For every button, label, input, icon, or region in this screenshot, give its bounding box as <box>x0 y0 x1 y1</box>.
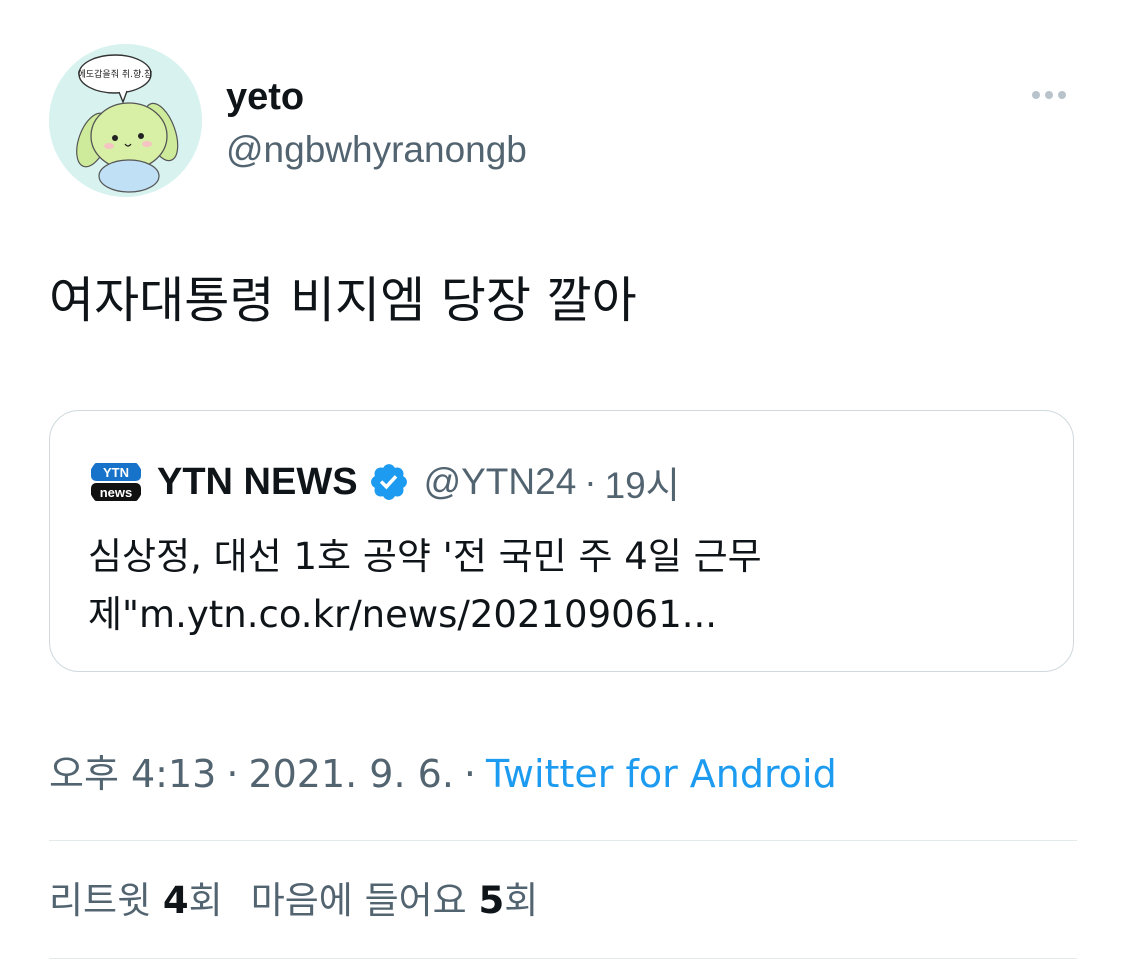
verified-badge-icon <box>368 461 410 503</box>
profile-avatar[interactable]: 에도갑을줘 취.향.참 <box>49 44 202 197</box>
divider <box>49 840 1077 841</box>
more-options-button[interactable] <box>1025 80 1073 110</box>
tweet-date[interactable]: 2021. 9. 6. <box>248 752 453 796</box>
quoted-author-name[interactable]: YTN NEWS <box>157 461 358 504</box>
tweet-timestamp-row: 오후 4:13 · 2021. 9. 6. · Twitter for Android <box>49 750 837 798</box>
meta-separator: · <box>463 752 476 796</box>
more-horizontal-icon <box>1045 91 1053 99</box>
retweets-suffix: 회 <box>188 879 223 922</box>
meta-separator: · <box>226 752 239 796</box>
quoted-tweet-text: 심상정, 대선 1호 공약 '전 국민 주 4일 근무 제"m.ytn.co.k… <box>88 528 1048 644</box>
likes-label: 마음에 들어요 <box>250 879 467 922</box>
cartoon-puppy-avatar-icon: 에도갑을줘 취.향.참 <box>49 44 202 197</box>
quoted-tweet-card[interactable]: YTN news YTN NEWS @YTN24 · 19시 심상정, 대선 1… <box>49 410 1074 672</box>
likes-suffix: 회 <box>504 879 539 922</box>
more-horizontal-icon <box>1058 91 1066 99</box>
header-separator: · <box>584 461 597 502</box>
tweet-source-link[interactable]: Twitter for Android <box>486 752 837 796</box>
author-display-name[interactable]: yeto <box>226 74 304 120</box>
tweet-time[interactable]: 오후 4:13 <box>49 752 216 796</box>
quoted-tweet-text-line-1: 심상정, 대선 1호 공약 '전 국민 주 4일 근무 <box>88 535 762 578</box>
tweet-text: 여자대통령 비지엠 당장 깔아 <box>49 272 637 329</box>
author-handle[interactable]: @ngbwhyranongb <box>226 127 527 173</box>
retweets-label: 리트윗 <box>49 879 152 922</box>
ytn-logo-top-text: YTN <box>103 465 129 480</box>
retweets-stat[interactable]: 리트윗 4회 <box>49 879 223 922</box>
likes-count: 5 <box>478 879 505 922</box>
ytn-logo-bottom-text: news <box>100 485 133 500</box>
more-horizontal-icon <box>1032 91 1040 99</box>
ytn-logo-avatar[interactable]: YTN news <box>88 454 144 510</box>
quoted-author-handle[interactable]: @YTN24 <box>424 461 577 503</box>
tweet-stats-row: 리트윗 4회 마음에 들어요 5회 <box>49 877 538 925</box>
quoted-tweet-time[interactable]: 19시 <box>605 455 680 509</box>
likes-stat[interactable]: 마음에 들어요 5회 <box>251 879 539 922</box>
quoted-tweet-header: YTN news YTN NEWS @YTN24 · 19시 <box>88 454 680 510</box>
ytn-logo-icon: YTN news <box>88 454 144 510</box>
divider <box>49 958 1077 959</box>
avatar-bubble-text: 에도갑을줘 취.향.참 <box>78 68 153 80</box>
quoted-tweet-text-line-2: 제"m.ytn.co.kr/news/202109061... <box>88 593 718 636</box>
retweets-count: 4 <box>162 879 189 922</box>
